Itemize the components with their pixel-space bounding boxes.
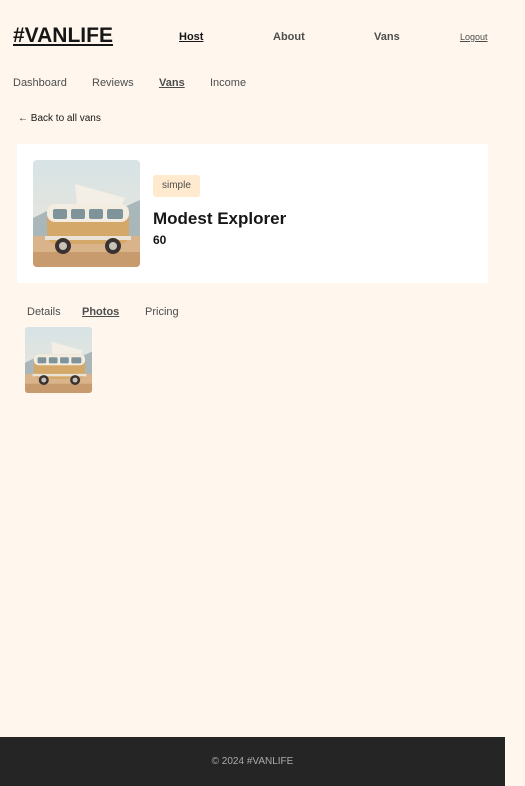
tab-pricing[interactable]: Pricing <box>145 306 179 318</box>
van-name: Modest Explorer <box>153 209 287 228</box>
back-to-vans-link[interactable]: ← Back to all vans <box>18 113 101 124</box>
van-photo-icon <box>33 160 140 267</box>
van-image <box>33 160 140 267</box>
nav-vans-link[interactable]: Vans <box>374 31 400 43</box>
van-type-badge: simple <box>153 175 200 197</box>
subnav-income[interactable]: Income <box>210 77 246 89</box>
van-price: 60 <box>153 233 167 247</box>
site-footer: © 2024 #VANLIFE <box>0 737 505 786</box>
logout-link[interactable]: Logout <box>460 32 488 42</box>
nav-about-link[interactable]: About <box>273 31 305 43</box>
van-photo-thumbnail <box>25 327 92 393</box>
footer-copyright: © 2024 #VANLIFE <box>211 756 294 767</box>
nav-host-link[interactable]: Host <box>179 31 203 43</box>
subnav-vans[interactable]: Vans <box>159 77 185 89</box>
site-logo[interactable]: #VANLIFE <box>13 24 113 48</box>
subnav-dashboard[interactable]: Dashboard <box>13 77 67 89</box>
tab-photos[interactable]: Photos <box>82 306 119 318</box>
site-header: #VANLIFE Host About Vans Logout <box>0 0 505 70</box>
van-detail-card: simple Modest Explorer 60 <box>17 144 488 283</box>
van-thumbnail-icon <box>25 327 92 393</box>
subnav-reviews[interactable]: Reviews <box>92 77 134 89</box>
tab-details[interactable]: Details <box>27 306 61 318</box>
